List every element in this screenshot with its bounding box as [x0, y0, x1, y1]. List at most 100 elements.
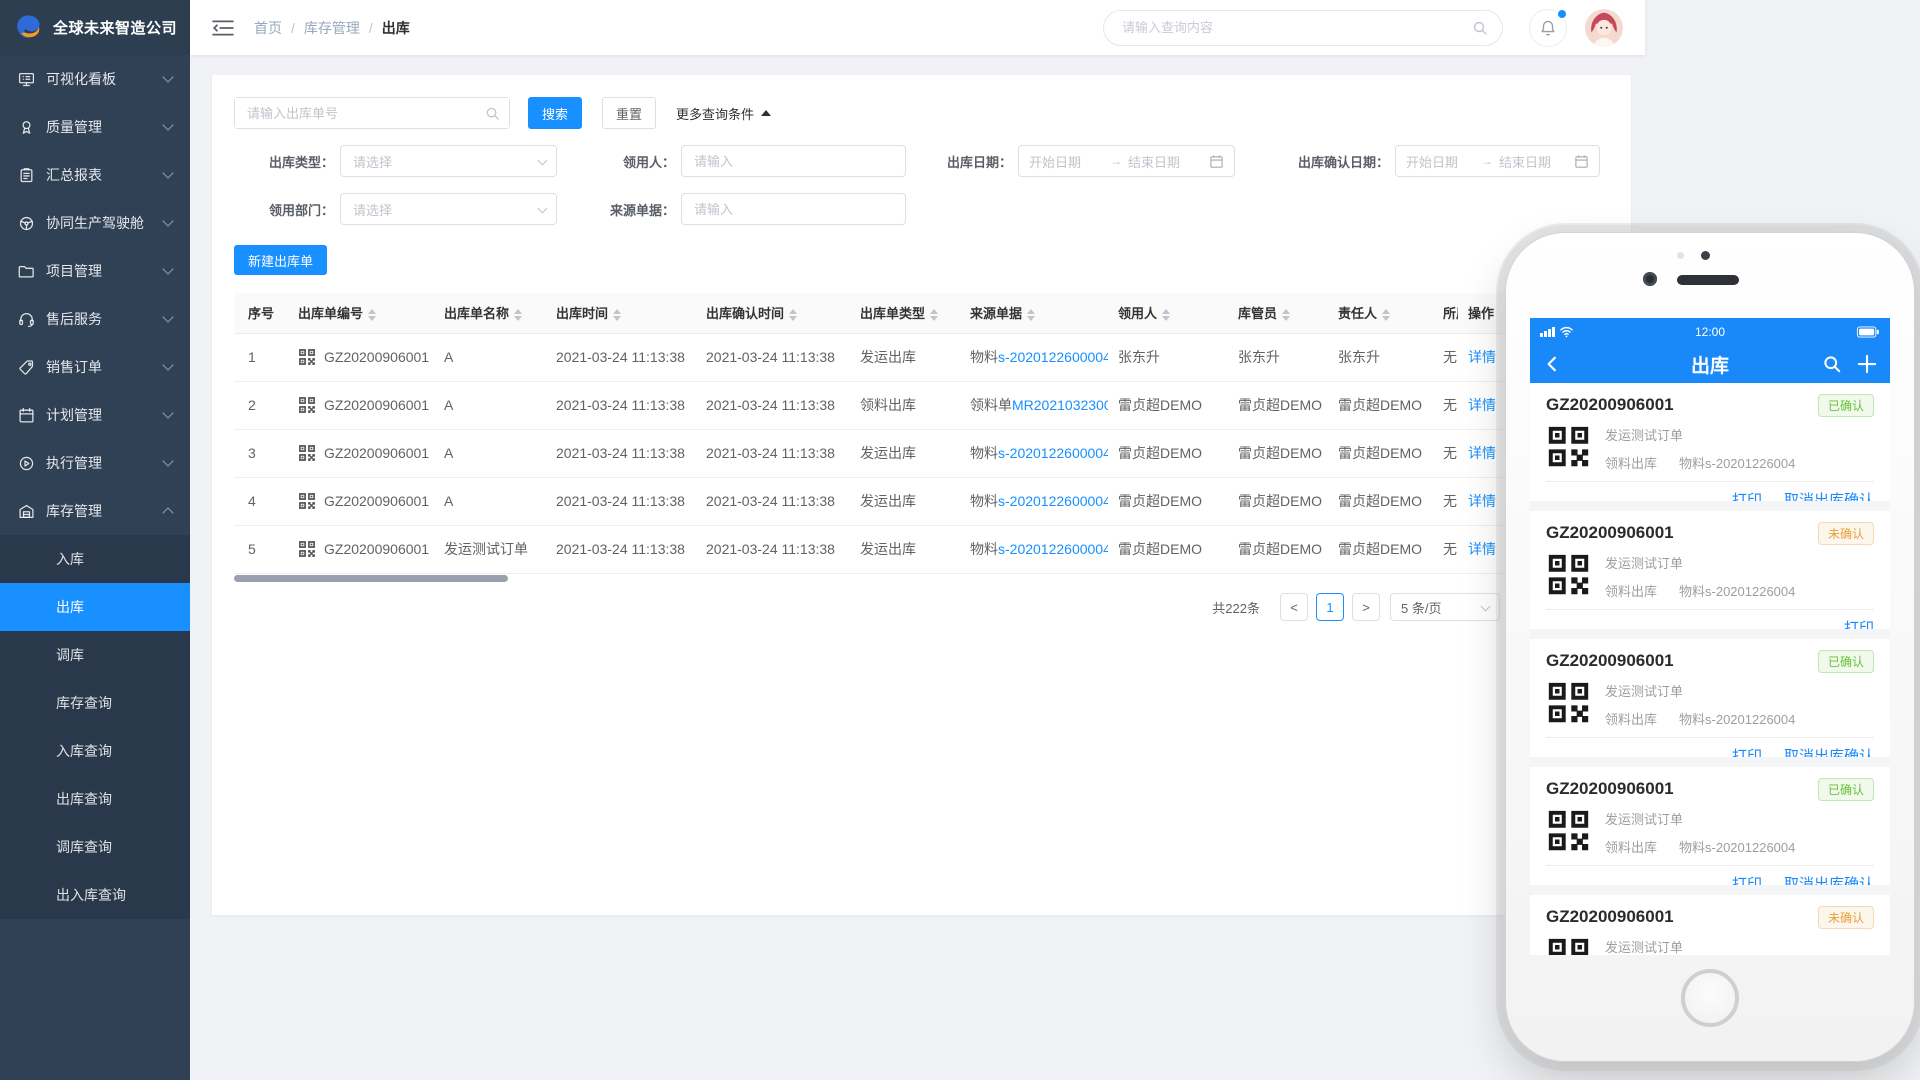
sidebar-subitem-调库[interactable]: 调库 — [0, 631, 190, 679]
sidebar-item-9[interactable]: 执行管理 — [0, 439, 190, 487]
column-header-来源单据[interactable]: 来源单据 — [960, 293, 1108, 333]
cell-dept: 无 — [1433, 477, 1458, 525]
phone-add-icon[interactable] — [1857, 354, 1877, 374]
detail-link[interactable]: 详情 — [1468, 397, 1496, 413]
detail-link[interactable]: 详情 — [1468, 493, 1496, 509]
cell-name: A — [434, 429, 546, 477]
status-badge: 未确认 — [1818, 522, 1874, 545]
filter-label: 领用人： — [592, 152, 681, 171]
sidebar-item-4[interactable]: 协同生产驾驶舱 — [0, 199, 190, 247]
create-outbound-button[interactable]: 新建出库单 — [234, 245, 327, 275]
sort-icon[interactable] — [789, 309, 797, 321]
phone-home-button[interactable] — [1681, 969, 1739, 1027]
back-icon[interactable] — [1543, 355, 1561, 373]
cancel-confirm-action[interactable]: 取消出库确认 — [1784, 748, 1874, 757]
sidebar-subitem-出库[interactable]: 出库 — [0, 583, 190, 631]
print-action[interactable]: 打印 — [1732, 748, 1762, 757]
sidebar-item-2[interactable]: 质量管理 — [0, 103, 190, 151]
sidebar-item-6[interactable]: 售后服务 — [0, 295, 190, 343]
sidebar-item-10[interactable]: 库存管理 — [0, 487, 190, 535]
sort-icon[interactable] — [514, 309, 522, 321]
sidebar-subitem-出库查询[interactable]: 出库查询 — [0, 775, 190, 823]
sidebar-subitem-入库[interactable]: 入库 — [0, 535, 190, 583]
prev-page-button[interactable]: < — [1280, 593, 1308, 621]
cell-out-time: 2021-03-24 11:13:38 — [546, 333, 696, 381]
sort-icon[interactable] — [930, 309, 938, 321]
sort-icon[interactable] — [368, 309, 376, 321]
card-desc: 发运测试订单 — [1605, 425, 1795, 444]
search-button[interactable]: 搜索 — [528, 97, 582, 129]
department-select[interactable]: 请选择 — [340, 193, 557, 225]
sort-icon[interactable] — [1382, 309, 1390, 321]
column-header-责任人[interactable]: 责任人 — [1328, 293, 1433, 333]
sidebar-subitem-库存查询[interactable]: 库存查询 — [0, 679, 190, 727]
cell-recipient: 雷贞超DEMO — [1108, 429, 1228, 477]
table-horizontal-scrollbar[interactable] — [234, 575, 508, 582]
sidebar-subitem-入库查询[interactable]: 入库查询 — [0, 727, 190, 775]
sidebar-item-5[interactable]: 项目管理 — [0, 247, 190, 295]
cancel-confirm-action[interactable]: 取消出库确认 — [1784, 876, 1874, 885]
print-action[interactable]: 打印 — [1844, 620, 1874, 629]
detail-link[interactable]: 详情 — [1468, 541, 1496, 557]
global-search-input[interactable] — [1104, 11, 1502, 45]
chevron-up-icon — [162, 507, 173, 518]
detail-link[interactable]: 详情 — [1468, 445, 1496, 461]
column-header-出库确认时间[interactable]: 出库确认时间 — [696, 293, 850, 333]
outbound-type-select[interactable]: 请选择 — [340, 145, 557, 177]
sort-icon[interactable] — [613, 309, 621, 321]
app-logo[interactable]: 全球未来智造公司 — [0, 0, 190, 55]
print-action[interactable]: 打印 — [1732, 492, 1762, 501]
sort-icon[interactable] — [1027, 309, 1035, 321]
table-row: 4GZ20200906001A2021-03-24 11:13:382021-0… — [234, 477, 1608, 525]
source-link[interactable]: s-20201226000040 — [998, 493, 1108, 509]
next-page-button[interactable]: > — [1352, 593, 1380, 621]
cell-source: 物料s-20201226000040 — [960, 525, 1108, 573]
phone-screen: 12:00 出库 — [1530, 318, 1890, 955]
source-link[interactable]: MR202103230002 — [1012, 397, 1108, 413]
detail-link[interactable]: 详情 — [1468, 349, 1496, 365]
sort-icon[interactable] — [1282, 309, 1290, 321]
user-avatar[interactable] — [1585, 9, 1623, 47]
column-header-领用人[interactable]: 领用人 — [1108, 293, 1228, 333]
sidebar-item-8[interactable]: 计划管理 — [0, 391, 190, 439]
reset-button[interactable]: 重置 — [602, 97, 656, 129]
confirm-date-range[interactable]: 开始日期→ 结束日期 — [1395, 145, 1600, 177]
more-filters-toggle[interactable]: 更多查询条件 — [676, 104, 771, 123]
cell-code: GZ20200906001 — [288, 477, 434, 525]
sidebar-item-7[interactable]: 销售订单 — [0, 343, 190, 391]
current-page-button[interactable]: 1 — [1316, 593, 1344, 621]
search-icon[interactable] — [1472, 20, 1488, 36]
source-link[interactable]: s-20201226000040 — [998, 349, 1108, 365]
source-link[interactable]: s-20201226000040 — [998, 541, 1108, 557]
cancel-confirm-action[interactable]: 取消出库确认 — [1784, 492, 1874, 501]
print-action[interactable]: 打印 — [1732, 876, 1762, 885]
sidebar-item-1[interactable]: 可视化看板 — [0, 55, 190, 103]
chevron-down-icon — [162, 71, 173, 82]
column-header-出库单名称[interactable]: 出库单名称 — [434, 293, 546, 333]
breadcrumb-home[interactable]: 首页 — [254, 18, 282, 38]
sort-icon[interactable] — [1162, 309, 1170, 321]
sidebar-item-3[interactable]: 汇总报表 — [0, 151, 190, 199]
sidebar-subitem-出入库查询[interactable]: 出入库查询 — [0, 871, 190, 919]
source-doc-input[interactable] — [681, 193, 906, 225]
column-header-出库时间[interactable]: 出库时间 — [546, 293, 696, 333]
qr-code-icon — [298, 348, 316, 366]
qr-code-icon — [1546, 680, 1591, 725]
column-header-出库单类型[interactable]: 出库单类型 — [850, 293, 960, 333]
phone-search-icon[interactable] — [1822, 354, 1842, 374]
column-header-库管员[interactable]: 库管员 — [1228, 293, 1328, 333]
cell-dept: 无 — [1433, 429, 1458, 477]
chevron-down-icon — [162, 167, 173, 178]
sidebar-subitem-调库查询[interactable]: 调库查询 — [0, 823, 190, 871]
order-number-input[interactable] — [235, 98, 509, 128]
notifications-button[interactable] — [1529, 9, 1567, 47]
cell-out-time: 2021-03-24 11:13:38 — [546, 477, 696, 525]
breadcrumb-inventory[interactable]: 库存管理 — [304, 18, 360, 38]
page-size-select[interactable]: 5 条/页 — [1390, 593, 1500, 621]
recipient-input[interactable] — [681, 145, 906, 177]
source-link[interactable]: s-20201226000040 — [998, 445, 1108, 461]
outbound-date-range[interactable]: 开始日期→ 结束日期 — [1018, 145, 1235, 177]
filter-label: 来源单据： — [592, 200, 681, 219]
hamburger-icon[interactable] — [212, 19, 234, 37]
column-header-出库单编号[interactable]: 出库单编号 — [288, 293, 434, 333]
